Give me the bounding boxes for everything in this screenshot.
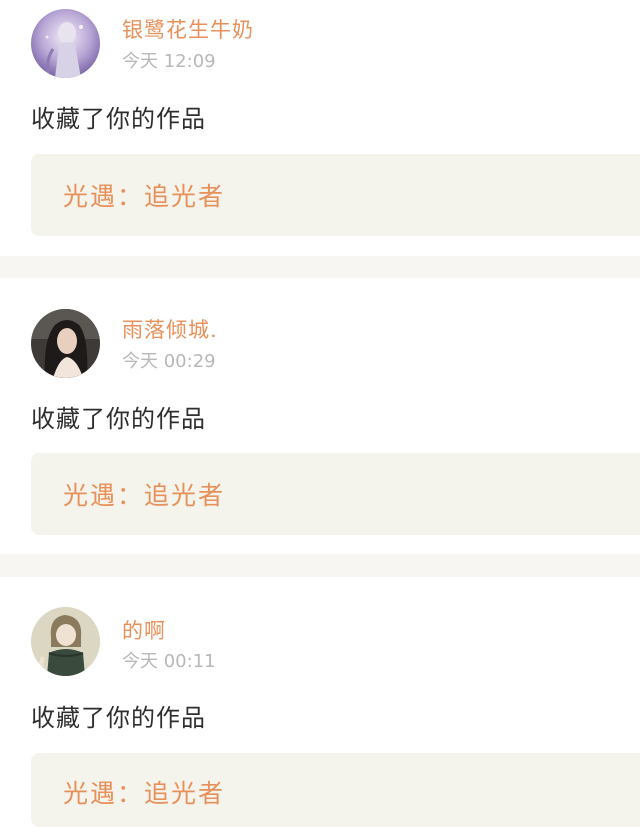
action-text: 收藏了你的作品 [31, 704, 206, 732]
avatar-image [31, 607, 100, 676]
timestamp: 今天 00:29 [122, 351, 216, 372]
notification-feed: 银鹭花生牛奶 今天 12:09 收藏了你的作品 光遇：追光者 雨落倾城. 今天 … [0, 0, 640, 827]
work-title: 光遇：追光者 [63, 779, 226, 808]
work-link[interactable]: 光遇：追光者 [31, 753, 640, 827]
notification-card: 雨落倾城. 今天 00:29 收藏了你的作品 光遇：追光者 [0, 278, 640, 554]
avatar-image [31, 309, 100, 378]
action-text: 收藏了你的作品 [31, 405, 206, 433]
action-text: 收藏了你的作品 [31, 105, 206, 133]
avatar-image [31, 9, 100, 78]
work-title: 光遇：追光者 [63, 182, 226, 211]
username[interactable]: 的啊 [122, 615, 166, 645]
username[interactable]: 雨落倾城. [122, 314, 218, 344]
work-link[interactable]: 光遇：追光者 [31, 154, 640, 236]
work-link[interactable]: 光遇：追光者 [31, 453, 640, 535]
work-title: 光遇：追光者 [63, 481, 226, 510]
avatar[interactable] [31, 607, 100, 676]
timestamp: 今天 00:11 [122, 651, 216, 672]
notification-card: 的啊 今天 00:11 收藏了你的作品 光遇：追光者 [0, 577, 640, 827]
avatar[interactable] [31, 309, 100, 378]
avatar[interactable] [31, 9, 100, 78]
username[interactable]: 银鹭花生牛奶 [122, 14, 254, 44]
timestamp: 今天 12:09 [122, 51, 216, 72]
notification-card: 银鹭花生牛奶 今天 12:09 收藏了你的作品 光遇：追光者 [0, 0, 640, 256]
